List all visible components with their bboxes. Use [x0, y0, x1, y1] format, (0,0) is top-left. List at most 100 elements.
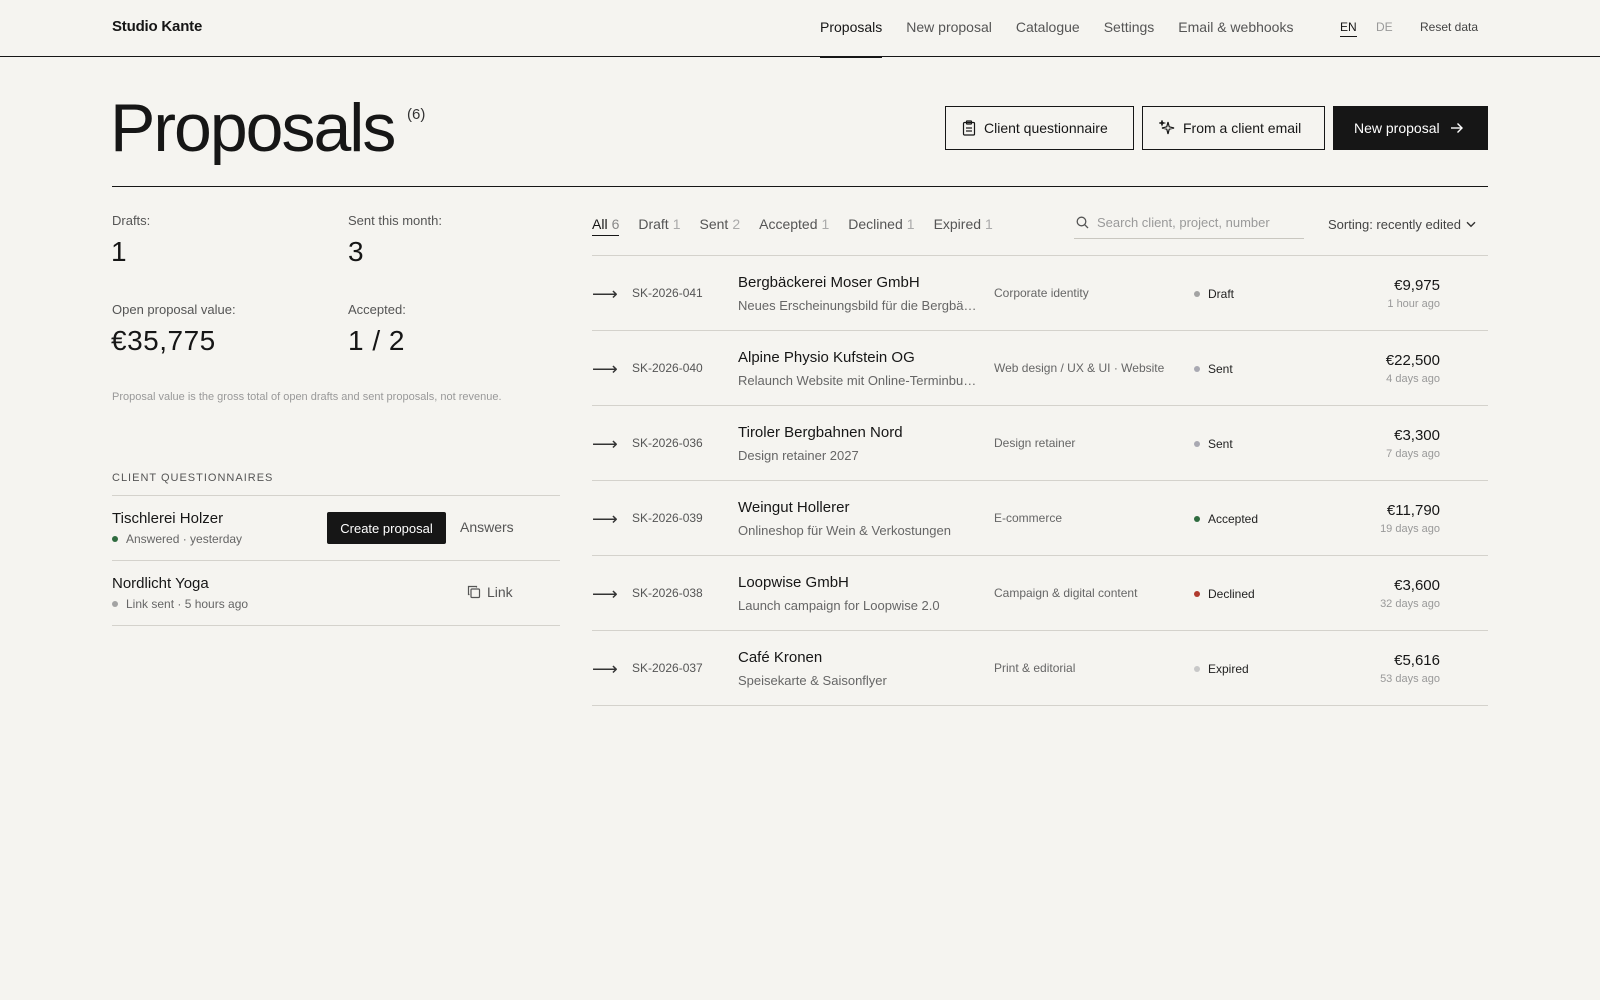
page-title: Proposals: [110, 90, 396, 166]
status-filter-tabs: All 6 Draft 1 Sent 2 Accepted 1 Declined 1 Ex…: [592, 216, 1012, 236]
status-dot: [1194, 591, 1200, 597]
filter-count: 1: [906, 216, 915, 232]
create-proposal-button[interactable]: Create proposal: [327, 512, 446, 544]
client-questionnaire-button[interactable]: Client questionnaire: [945, 106, 1134, 150]
status-dot: [1194, 366, 1200, 372]
sort-dropdown[interactable]: Sorting: recently edited: [1328, 217, 1476, 232]
status-label: Sent: [1208, 437, 1233, 451]
status-dot: [1194, 441, 1200, 447]
client-questionnaire-label: Client questionnaire: [984, 120, 1108, 136]
table-divider: [592, 705, 1488, 706]
nav-item-new-proposal[interactable]: New proposal: [906, 0, 992, 56]
proposal-project: Relaunch Website mit Online-Terminbuchun…: [738, 373, 978, 388]
from-client-email-button[interactable]: From a client email: [1142, 106, 1325, 150]
proposal-last-edited: 1 hour ago: [1387, 298, 1440, 310]
questionnaire-status-text: Link sent · 5 hours ago: [126, 597, 249, 611]
nav-item-settings[interactable]: Settings: [1104, 0, 1155, 56]
answers-button[interactable]: Answers: [460, 519, 514, 535]
status-dot: [112, 536, 118, 542]
proposal-row[interactable]: ⟶ SK-2026-040 Alpine Physio Kufstein OG …: [592, 331, 1488, 405]
arrow-right-icon: ⟶: [592, 359, 618, 379]
arrow-right-icon: ⟶: [592, 509, 618, 529]
status-label: Accepted: [1208, 512, 1259, 526]
filter-label: Draft: [638, 216, 669, 232]
proposal-row[interactable]: ⟶ SK-2026-036 Tiroler Bergbahnen Nord De…: [592, 406, 1488, 480]
status-dot: [112, 601, 118, 607]
filter-label: Expired: [933, 216, 982, 232]
divider: [112, 495, 560, 496]
proposal-row[interactable]: ⟶ SK-2026-041 Bergbäckerei Moser GmbH Ne…: [592, 256, 1488, 330]
proposal-client: Tiroler Bergbahnen Nord: [738, 424, 903, 441]
proposal-category: Corporate identity: [994, 286, 1089, 300]
nav-item-email-webhooks[interactable]: Email & webhooks: [1178, 0, 1293, 56]
new-proposal-label: New proposal: [1354, 120, 1440, 136]
filter-count: 1: [821, 216, 830, 232]
proposal-row[interactable]: ⟶ SK-2026-037 Café Kronen Speisekarte & …: [592, 631, 1488, 705]
language-de[interactable]: DE: [1376, 20, 1393, 34]
filter-expired[interactable]: Expired 1: [934, 216, 993, 236]
proposal-last-edited: 32 days ago: [1380, 598, 1440, 610]
status-badge: Declined: [1194, 587, 1255, 601]
questionnaire-client-name: Tischlerei Holzer: [112, 510, 224, 527]
status-badge: Accepted: [1194, 512, 1258, 526]
proposal-project: Speisekarte & Saisonflyer: [738, 673, 887, 688]
status-dot: [1194, 666, 1200, 672]
proposal-last-edited: 4 days ago: [1386, 373, 1440, 385]
proposal-amount: €22,500: [1385, 352, 1440, 369]
drafts-value: 1: [111, 236, 128, 267]
language-en[interactable]: EN: [1340, 20, 1357, 37]
proposal-category: E-commerce: [994, 511, 1063, 525]
proposal-project: Onlineshop für Wein & Verkostungen: [738, 523, 951, 538]
proposal-number: SK-2026-036: [632, 436, 703, 450]
filter-count: 6: [611, 216, 620, 232]
nav-item-proposals[interactable]: Proposals: [820, 0, 883, 58]
proposal-number: SK-2026-040: [632, 361, 703, 375]
filter-all[interactable]: All 6: [592, 216, 620, 236]
top-navigation: Studio Kante Proposals New proposal Cata…: [0, 0, 1600, 58]
status-badge: Draft: [1194, 287, 1234, 301]
sent-this-month-label: Sent this month:: [348, 213, 442, 228]
filter-accepted[interactable]: Accepted 1: [759, 216, 829, 236]
new-proposal-button[interactable]: New proposal: [1333, 106, 1488, 150]
search-input[interactable]: [1097, 215, 1287, 230]
client-questionnaires-heading: CLIENT QUESTIONNAIRES: [112, 472, 274, 484]
proposal-row[interactable]: ⟶ SK-2026-038 Loopwise GmbH Launch campa…: [592, 556, 1488, 630]
drafts-label: Drafts:: [112, 213, 151, 228]
search-icon: [1076, 216, 1089, 229]
arrow-right-icon: ⟶: [592, 659, 618, 679]
filter-label: Declined: [848, 216, 903, 232]
filter-label: Accepted: [759, 216, 818, 232]
copy-link-button[interactable]: Link: [467, 584, 513, 600]
chevron-down-icon: [1466, 221, 1476, 228]
filter-label: All: [592, 216, 608, 232]
proposal-value-note: Proposal value is the gross total of ope…: [112, 391, 502, 403]
filter-count: 2: [732, 216, 741, 232]
filter-sent[interactable]: Sent 2: [700, 216, 741, 236]
filter-draft[interactable]: Draft 1: [638, 216, 680, 236]
filter-declined[interactable]: Declined 1: [848, 216, 914, 236]
brand-logo[interactable]: Studio Kante: [112, 18, 202, 35]
status-label: Sent: [1208, 362, 1233, 376]
proposal-amount: €3,300: [1394, 427, 1440, 444]
proposal-client: Bergbäckerei Moser GmbH: [738, 274, 920, 291]
status-dot: [1194, 291, 1200, 297]
sent-this-month-value: 3: [348, 236, 365, 267]
proposal-row[interactable]: ⟶ SK-2026-039 Weingut Hollerer Onlinesho…: [592, 481, 1488, 555]
clipboard-icon: [962, 120, 976, 136]
reset-data-link[interactable]: Reset data: [1420, 20, 1478, 34]
proposal-number: SK-2026-037: [632, 661, 703, 675]
proposal-amount: €11,790: [1386, 502, 1440, 519]
status-badge: Sent: [1194, 437, 1233, 451]
questionnaire-status-text: Answered · yesterday: [126, 532, 243, 546]
proposal-project: Launch campaign for Loopwise 2.0: [738, 598, 940, 613]
proposal-last-edited: 53 days ago: [1380, 673, 1440, 685]
status-label: Expired: [1208, 662, 1249, 676]
accepted-value: 1 / 2: [348, 325, 405, 356]
proposal-client: Weingut Hollerer: [738, 499, 850, 516]
proposal-category: Web design / UX & UI · Website: [994, 361, 1165, 375]
arrow-right-icon: ⟶: [592, 284, 618, 304]
nav-item-catalogue[interactable]: Catalogue: [1016, 0, 1080, 56]
questionnaire-status: Answered · yesterday: [112, 532, 242, 546]
sort-label: Sorting: recently edited: [1328, 217, 1461, 232]
filter-count: 1: [985, 216, 993, 232]
